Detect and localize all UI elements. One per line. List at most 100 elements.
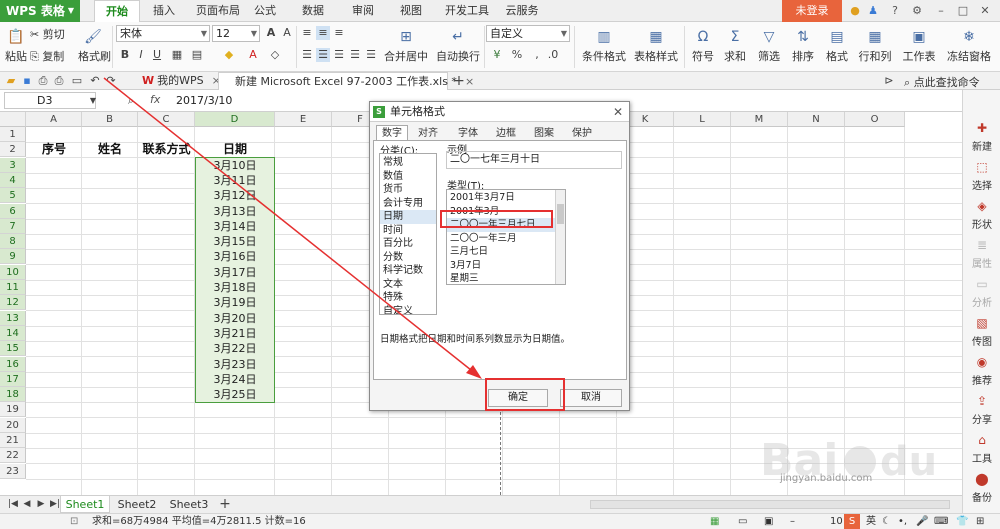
category-item[interactable]: 特殊 — [380, 291, 436, 305]
align-top-icon[interactable]: ≡ — [300, 26, 314, 40]
symbol-button[interactable]: Ω 符号 — [690, 28, 716, 64]
row-header-5[interactable]: 5 — [0, 188, 26, 204]
date-cell[interactable]: 3月19日 — [195, 295, 275, 310]
thousands-icon[interactable]: , — [530, 48, 544, 62]
cancel-button[interactable]: 取消 — [560, 389, 622, 407]
column-header-o[interactable]: O — [845, 112, 905, 127]
category-item[interactable]: 时间 — [380, 224, 436, 238]
decrease-font-icon[interactable]: A — [280, 26, 294, 40]
sheet-tab-3[interactable]: Sheet3 — [164, 496, 214, 513]
sort-button[interactable]: ⇅ 排序 — [790, 28, 816, 64]
type-list[interactable]: 2001年3月7日 2001年3月 二〇〇一年三月七日 二〇〇一年三月 三月七日 3月7日… — [446, 189, 566, 285]
font-color-icon[interactable]: A — [246, 48, 260, 62]
column-header-b[interactable]: B — [82, 112, 138, 127]
row-header-14[interactable]: 14 — [0, 325, 26, 341]
punctuation-icon[interactable]: •, — [898, 514, 907, 529]
sheet-tab-2[interactable]: Sheet2 — [112, 496, 162, 513]
increase-font-icon[interactable]: A — [264, 26, 278, 40]
number-format-select[interactable]: 自定义 ▼ — [486, 25, 570, 42]
side-panel-select[interactable]: ⬚ 选择 — [963, 159, 1000, 192]
row-header-7[interactable]: 7 — [0, 218, 26, 234]
column-header-a[interactable]: A — [26, 112, 82, 127]
side-panel-shape[interactable]: ◈ 形状 — [963, 198, 1000, 231]
fill-color-icon[interactable]: ◆ — [222, 48, 236, 62]
paste-button[interactable]: 📋 粘贴 — [4, 28, 28, 64]
zoom-icon[interactable]: ⌕ — [124, 94, 138, 108]
category-item[interactable]: 自定义 — [380, 305, 436, 315]
date-cell[interactable]: 3月24日 — [195, 372, 275, 387]
category-item[interactable]: 数值 — [380, 170, 436, 184]
row-header-22[interactable]: 22 — [0, 448, 26, 464]
row-header-9[interactable]: 9 — [0, 249, 26, 265]
category-item[interactable]: 日期 — [380, 210, 436, 224]
horizontal-scrollbar[interactable] — [590, 500, 950, 509]
date-cell[interactable]: 3月16日 — [195, 249, 275, 264]
font-size-select[interactable]: 12 ▼ — [212, 25, 260, 42]
percent-icon[interactable]: % — [510, 48, 524, 62]
zoom-out-icon[interactable]: – — [790, 514, 795, 529]
keyboard-icon[interactable]: ⌨ — [934, 514, 948, 529]
merge-center-button[interactable]: ⊞ 合并居中 — [382, 28, 430, 64]
tab-data[interactable]: 数据 — [298, 0, 328, 22]
currency-icon[interactable]: ¥ — [490, 48, 504, 62]
type-list-scrollbar[interactable] — [555, 190, 565, 284]
export-icon[interactable]: ▭ — [70, 74, 84, 88]
row-header-15[interactable]: 15 — [0, 341, 26, 357]
add-tab-icon[interactable]: + — [452, 74, 466, 88]
distributed-icon[interactable]: ☰ — [364, 48, 378, 62]
tab-view[interactable]: 视图 — [396, 0, 426, 22]
column-header-n[interactable]: N — [788, 112, 845, 127]
category-item[interactable]: 文本 — [380, 278, 436, 292]
font-name-select[interactable]: 宋体 ▼ — [116, 25, 210, 42]
bold-icon[interactable]: B — [118, 48, 132, 62]
date-cell[interactable]: 3月12日 — [195, 188, 275, 203]
skin-icon[interactable]: ● — [848, 4, 862, 18]
tab-page-layout[interactable]: 页面布局 — [188, 0, 248, 22]
row-header-18[interactable]: 18 — [0, 387, 26, 403]
chevron-down-icon[interactable]: ▼ — [86, 94, 100, 108]
wps-logo-menu[interactable]: WPS 表格 ▼ — [0, 0, 80, 22]
grid-icon[interactable]: ⊞ — [976, 514, 984, 529]
category-item[interactable]: 科学记数 — [380, 264, 436, 278]
header-cell-index[interactable]: 序号 — [26, 142, 82, 157]
tab-workbook[interactable]: 新建 Microsoft Excel 97-2003 工作表.xls * × — [218, 72, 474, 90]
row-header-20[interactable]: 20 — [0, 417, 26, 433]
date-cell[interactable]: 3月13日 — [195, 204, 275, 219]
side-panel-tools[interactable]: ⌂ 工具 — [963, 432, 1000, 465]
login-button[interactable]: 未登录 — [782, 0, 842, 22]
row-header-11[interactable]: 11 — [0, 280, 26, 295]
page-break-icon[interactable]: ▣ — [764, 514, 773, 529]
open-icon[interactable]: ▰ — [4, 74, 18, 88]
next-sheet-icon[interactable]: ▶ — [34, 497, 48, 511]
format-painter-button[interactable]: 🖌 格式刷 — [78, 28, 111, 64]
sum-button[interactable]: Σ 求和 — [722, 28, 748, 64]
close-icon[interactable]: × — [465, 75, 474, 88]
tab-developer[interactable]: 开发工具 — [440, 0, 494, 22]
sogou-ime-icon[interactable]: S — [844, 514, 860, 529]
category-item[interactable]: 会计专用 — [380, 197, 436, 211]
row-header-3[interactable]: 3 — [0, 157, 26, 173]
header-cell-contact[interactable]: 联系方式 — [138, 142, 195, 157]
date-cell[interactable]: 3月17日 — [195, 265, 275, 280]
auto-wrap-button[interactable]: ↵ 自动换行 — [434, 28, 482, 64]
decimal-icon[interactable]: .0 — [546, 48, 560, 62]
border-icon[interactable]: ▦ — [170, 48, 184, 62]
justify-icon[interactable]: ☰ — [348, 48, 362, 62]
copy-button[interactable]: ⎘ 复制 — [30, 48, 64, 64]
insert-function-icon[interactable]: fx — [150, 93, 160, 106]
table-style-button[interactable]: ▦ 表格样式 — [632, 28, 680, 64]
close-icon[interactable]: ✕ — [613, 102, 623, 122]
column-header-l[interactable]: L — [674, 112, 731, 127]
date-cell[interactable]: 3月11日 — [195, 173, 275, 188]
name-box[interactable]: D3 — [4, 92, 96, 109]
row-header-23[interactable]: 23 — [0, 463, 26, 479]
page-layout-icon[interactable]: ▭ — [738, 514, 747, 529]
scrollbar-thumb[interactable] — [557, 204, 564, 224]
date-cell[interactable]: 3月21日 — [195, 326, 275, 341]
underline-icon[interactable]: U — [150, 48, 164, 62]
user-icon[interactable]: ♟ — [866, 4, 880, 18]
dialog-tab-font[interactable]: 字体 — [452, 125, 484, 141]
date-cell[interactable]: 3月15日 — [195, 234, 275, 249]
type-item[interactable]: 2001年3月7日 — [447, 191, 555, 205]
normal-view-icon[interactable]: ▦ — [710, 514, 719, 529]
